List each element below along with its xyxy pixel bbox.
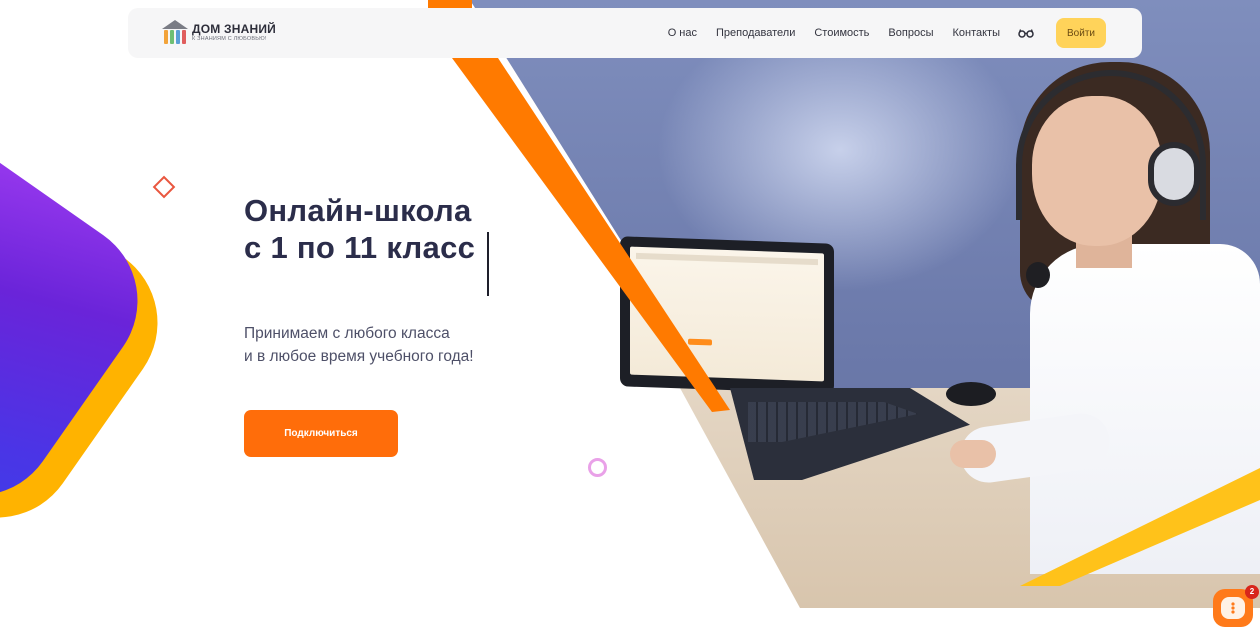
diamond-decoration <box>152 175 176 199</box>
computer-mouse <box>946 382 996 406</box>
logo-title: ДОМ ЗНАНИЙ <box>192 22 276 37</box>
nav-item-about[interactable]: О нас <box>668 27 697 39</box>
connect-button[interactable]: Подключиться <box>244 410 398 457</box>
microphone-icon <box>1026 262 1050 288</box>
hero-subtitle: Принимаем с любого класса и в любое врем… <box>244 322 474 368</box>
chat-bubble-icon <box>1221 597 1245 619</box>
text-caret <box>487 232 489 296</box>
hero-title-line-2: с 1 по 11 класс <box>244 230 476 265</box>
headphone-cup <box>1148 142 1200 206</box>
hero-title: Онлайн-школа с 1 по 11 класс <box>244 192 475 266</box>
notification-badge: 2 <box>1245 585 1259 599</box>
logo[interactable]: ДОМ ЗНАНИЙ К ЗНАНИЯМ С ЛЮБОВЬЮ! <box>162 20 276 46</box>
hero-subtitle-line-2: и в любое время учебного года! <box>244 348 474 365</box>
nav-item-faq[interactable]: Вопросы <box>888 27 933 39</box>
top-orange-accent <box>428 0 472 8</box>
hero-subtitle-line-1: Принимаем с любого класса <box>244 325 450 342</box>
nav-item-contacts[interactable]: Контакты <box>952 27 1000 39</box>
ring-decoration <box>588 458 607 477</box>
main-nav: О нас Преподаватели Стоимость Вопросы Ко… <box>668 18 1142 48</box>
school-building-icon <box>162 20 188 46</box>
logo-tagline: К ЗНАНИЯМ С ЛЮБОВЬЮ! <box>192 36 267 43</box>
login-button[interactable]: Войти <box>1056 18 1106 48</box>
nav-item-pricing[interactable]: Стоимость <box>814 27 869 39</box>
site-header: ДОМ ЗНАНИЙ К ЗНАНИЯМ С ЛЮБОВЬЮ! О нас Пр… <box>128 8 1142 58</box>
girl-hand <box>950 440 996 468</box>
glasses-icon[interactable] <box>1018 28 1034 38</box>
hero-title-line-1: Онлайн-школа <box>244 193 472 228</box>
chat-widget-button[interactable]: 2 <box>1213 585 1259 627</box>
girl-shirt <box>1030 244 1260 574</box>
nav-item-teachers[interactable]: Преподаватели <box>716 27 795 39</box>
